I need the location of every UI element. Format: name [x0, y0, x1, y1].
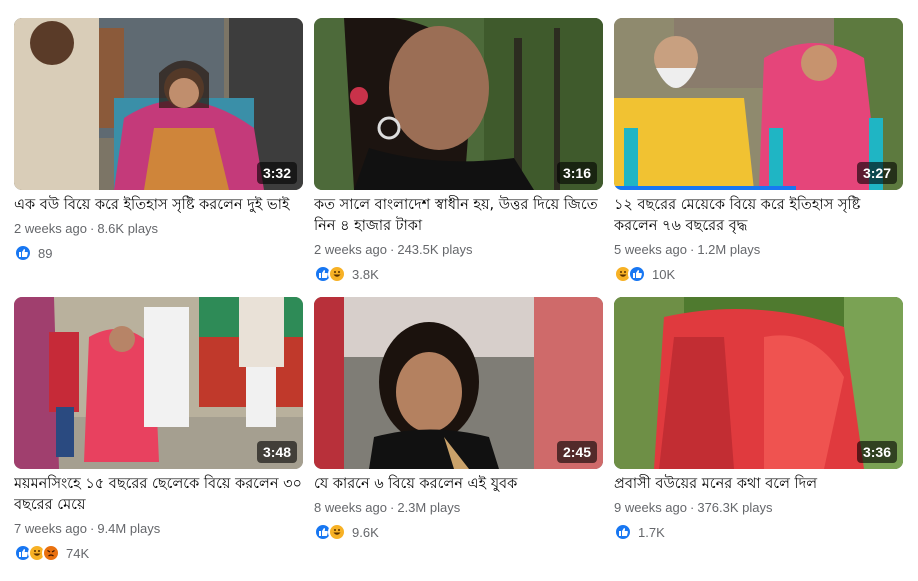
haha-icon	[328, 523, 346, 541]
reaction-count: 3.8K	[352, 266, 379, 282]
reaction-count: 10K	[652, 266, 676, 282]
video-meta: 9 weeks ago · 376.3K plays	[614, 500, 903, 515]
video-card[interactable]: 3:27 ১২ বছরের মেয়েকে বিয়ে করে ইতিহাস স…	[614, 18, 903, 283]
watch-progress-bar	[614, 186, 797, 190]
video-duration: 3:16	[556, 162, 597, 184]
video-meta: 8 weeks ago · 2.3M plays	[314, 500, 603, 515]
video-plays: 1.2M plays	[697, 242, 761, 257]
video-duration: 2:45	[556, 441, 597, 463]
video-thumbnail[interactable]: 3:16	[314, 18, 603, 190]
video-age: 8 weeks ago	[314, 500, 387, 515]
video-age: 9 weeks ago	[614, 500, 687, 515]
like-icon	[628, 265, 646, 283]
video-age: 2 weeks ago	[314, 242, 387, 257]
reaction-count: 1.7K	[638, 524, 665, 540]
haha-icon	[328, 265, 346, 283]
video-age: 2 weeks ago	[14, 221, 87, 236]
reactions[interactable]: 3.8K	[314, 265, 603, 283]
reactions[interactable]: 10K	[614, 265, 903, 283]
video-duration: 3:36	[856, 441, 897, 463]
video-meta: 2 weeks ago · 8.6K plays	[14, 221, 303, 236]
video-meta: 5 weeks ago · 1.2M plays	[614, 242, 903, 257]
separator-dot: ·	[690, 242, 695, 257]
video-thumbnail[interactable]: 3:48	[14, 297, 303, 469]
video-card[interactable]: 3:16 কত সালে বাংলাদেশ স্বাধীন হয়, উত্তর…	[314, 18, 603, 283]
video-card[interactable]: 3:48 ময়মনসিংহে ১৫ বছরের ছেলেকে বিয়ে কর…	[14, 297, 303, 562]
video-duration: 3:48	[256, 441, 297, 463]
video-plays: 8.6K plays	[97, 221, 159, 236]
separator-dot: ·	[90, 221, 95, 236]
video-meta: 2 weeks ago · 243.5K plays	[314, 242, 603, 257]
separator-dot: ·	[390, 242, 395, 257]
video-duration: 3:32	[256, 162, 297, 184]
video-age: 7 weeks ago	[14, 521, 87, 536]
video-thumbnail[interactable]: 3:32	[14, 18, 303, 190]
video-title[interactable]: যে কারনে ৬ বিয়ে করলেন এই যুবক	[314, 474, 603, 495]
video-title[interactable]: কত সালে বাংলাদেশ স্বাধীন হয়, উত্তর দিয়…	[314, 195, 603, 237]
reaction-count: 74K	[66, 545, 90, 561]
angry-icon	[42, 544, 60, 562]
reactions[interactable]: 74K	[14, 544, 303, 562]
video-card[interactable]: 3:32 এক বউ বিয়ে করে ইতিহাস সৃষ্টি করলেন…	[14, 18, 303, 283]
reaction-count: 89	[38, 245, 53, 261]
reaction-count: 9.6K	[352, 524, 379, 540]
video-grid: 3:32 এক বউ বিয়ে করে ইতিহাস সৃষ্টি করলেন…	[14, 18, 904, 562]
video-title[interactable]: এক বউ বিয়ে করে ইতিহাস সৃষ্টি করলেন দুই …	[14, 195, 303, 216]
video-plays: 243.5K plays	[397, 242, 473, 257]
video-thumbnail[interactable]: 3:27	[614, 18, 903, 190]
separator-dot: ·	[390, 500, 395, 515]
video-plays: 2.3M plays	[397, 500, 461, 515]
video-duration: 3:27	[856, 162, 897, 184]
video-title[interactable]: ময়মনসিংহে ১৫ বছরের ছেলেকে বিয়ে করলেন ৩…	[14, 474, 303, 516]
video-card[interactable]: 3:36 প্রবাসী বউয়ের মনের কথা বলে দিল 9 w…	[614, 297, 903, 562]
video-age: 5 weeks ago	[614, 242, 687, 257]
video-thumbnail[interactable]: 3:36	[614, 297, 903, 469]
like-icon	[614, 523, 632, 541]
video-title[interactable]: প্রবাসী বউয়ের মনের কথা বলে দিল	[614, 474, 903, 495]
separator-dot: ·	[690, 500, 695, 515]
reactions[interactable]: 1.7K	[614, 523, 903, 541]
reactions[interactable]: 89	[14, 244, 303, 262]
video-meta: 7 weeks ago · 9.4M plays	[14, 521, 303, 536]
video-plays: 9.4M plays	[97, 521, 161, 536]
like-icon	[14, 244, 32, 262]
reactions[interactable]: 9.6K	[314, 523, 603, 541]
video-title[interactable]: ১২ বছরের মেয়েকে বিয়ে করে ইতিহাস সৃষ্টি…	[614, 195, 903, 237]
video-card[interactable]: 2:45 যে কারনে ৬ বিয়ে করলেন এই যুবক 8 we…	[314, 297, 603, 562]
separator-dot: ·	[90, 521, 95, 536]
video-thumbnail[interactable]: 2:45	[314, 297, 603, 469]
video-plays: 376.3K plays	[697, 500, 773, 515]
